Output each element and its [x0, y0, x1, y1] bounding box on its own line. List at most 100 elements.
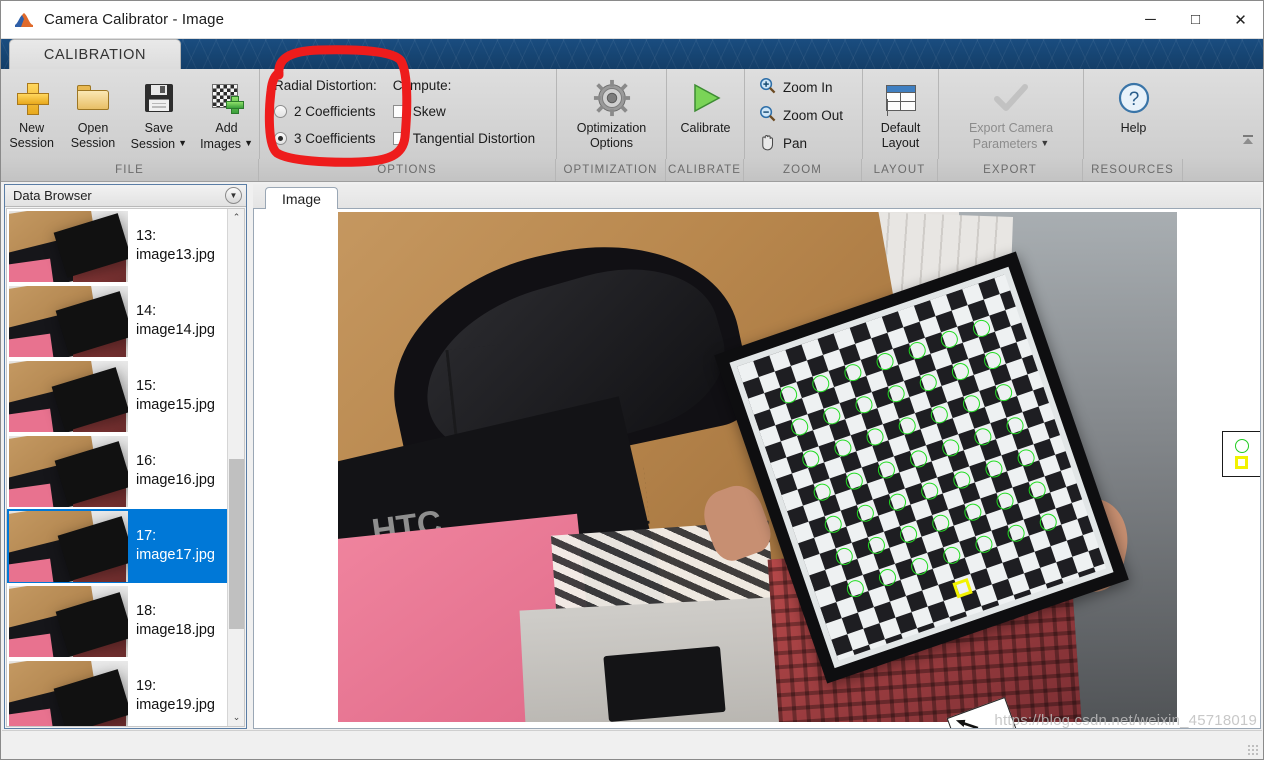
resize-grip[interactable]: [1247, 744, 1259, 756]
calibrate-label: Calibrate: [680, 121, 731, 135]
group-label-calibrate: CALIBRATE: [666, 159, 744, 181]
radio-3-coefficients-label: 3 Coefficients: [294, 130, 376, 146]
ribbon-group-layout: Default Layout: [862, 69, 938, 160]
zoom-in-label: Zoom In: [783, 79, 833, 95]
optimization-options-button[interactable]: Optimization Options: [559, 69, 665, 160]
radial-distortion-heading: Radial Distortion:: [274, 78, 377, 93]
list-item-filename: image14.jpg: [136, 322, 215, 338]
radio-2-coefficients[interactable]: 2 Coefficients: [274, 100, 377, 122]
radial-distortion-column: Radial Distortion: 2 Coefficients 3 Coef…: [274, 78, 377, 149]
new-session-label-1: New: [19, 121, 45, 135]
export-camera-parameters-label-2: Parameters: [972, 137, 1038, 151]
list-item-index: 14:: [136, 303, 157, 319]
checkbox-skew[interactable]: Skew: [392, 100, 535, 122]
group-label-file: FILE: [1, 159, 259, 181]
checkmark-icon: [992, 78, 1030, 118]
list-item-index: 17:: [136, 528, 157, 544]
compute-column: Compute: Skew Tangential Distortion: [392, 78, 536, 149]
checkbox-tangential-distortion-label: Tangential Distortion: [412, 130, 536, 146]
tab-calibration[interactable]: CALIBRATION: [9, 39, 181, 69]
add-images-label-1: Add: [215, 121, 238, 135]
add-images-button[interactable]: Add Images ▼: [194, 69, 259, 160]
ribbon-group-optimization: Optimization Options: [556, 69, 666, 160]
zoom-out-button[interactable]: Zoom Out: [753, 101, 862, 129]
play-triangle-icon: [688, 78, 724, 118]
optimization-options-label-1: Optimization: [576, 121, 647, 135]
ribbon-group-export: Export Camera Parameters ▼: [938, 69, 1083, 160]
list-item-filename: image15.jpg: [136, 397, 215, 413]
image-list[interactable]: 13: image13.jpg 14: image14.jpg 15: imag…: [6, 208, 245, 727]
group-label-zoom: ZOOM: [744, 159, 862, 181]
document-tabstrip: Image: [253, 184, 1261, 210]
image-list-scrollbar[interactable]: ⌃ ⌄: [227, 209, 244, 726]
legend-label-checkerboard-origin: Checkerboard origin: [1260, 455, 1261, 470]
default-layout-button[interactable]: Default Layout: [865, 69, 937, 160]
checkbox-skew-indicator[interactable]: [392, 104, 406, 118]
checkbox-tangential-distortion[interactable]: Tangential Distortion: [392, 127, 536, 149]
collapse-ribbon-icon[interactable]: [1239, 131, 1257, 149]
status-bar: [2, 730, 1262, 758]
title-bar: Camera Calibrator - Image ─ □ ✕: [1, 1, 1263, 39]
open-session-label-2: Session: [70, 136, 116, 150]
image-canvas[interactable]: HTC 三 联 荣 电 东 街: [253, 209, 1261, 729]
add-images-dropdown-icon[interactable]: ▼: [244, 136, 253, 151]
help-question-icon: ?: [1117, 78, 1151, 118]
thumbnail: [9, 285, 128, 357]
pan-button[interactable]: Pan: [753, 129, 862, 157]
list-item-filename: image13.jpg: [136, 247, 215, 263]
panel-menu-chevron-icon[interactable]: ▼: [225, 187, 242, 204]
thumbnail: [9, 435, 128, 507]
radio-3-coefficients-indicator[interactable]: [274, 131, 287, 145]
export-camera-parameters-button[interactable]: Export Camera Parameters ▼: [941, 69, 1082, 160]
document-area: Image HTC 三 联 荣 电 东 街: [253, 184, 1261, 729]
new-session-label-2: Session: [9, 136, 54, 150]
calibrate-button[interactable]: Calibrate: [669, 69, 743, 160]
open-folder-icon: [77, 78, 110, 118]
open-session-button[interactable]: Open Session: [62, 69, 123, 160]
minimize-button[interactable]: ─: [1128, 1, 1173, 39]
list-item[interactable]: 14: image14.jpg: [7, 284, 227, 359]
image-list-items: 13: image13.jpg 14: image14.jpg 15: imag…: [7, 209, 227, 726]
scrollbar-thumb[interactable]: [229, 459, 244, 629]
pan-label: Pan: [783, 135, 808, 151]
new-session-button[interactable]: New Session: [1, 69, 62, 160]
zoom-in-button[interactable]: Zoom In: [753, 73, 862, 101]
zoom-in-icon: [759, 77, 776, 97]
checkerboard-origin-marker: [952, 577, 973, 598]
scroll-up-icon[interactable]: ⌃: [228, 209, 244, 226]
add-images-label-2: Images: [200, 137, 242, 151]
list-item[interactable]: 15: image15.jpg: [7, 359, 227, 434]
help-button[interactable]: ? Help: [1092, 69, 1176, 160]
checkerboard-origin-marker-icon: [1235, 456, 1248, 469]
list-item-selected[interactable]: 17: image17.jpg: [7, 509, 227, 584]
save-session-button[interactable]: Save Session ▼: [124, 69, 194, 160]
group-label-optimization: OPTIMIZATION: [556, 159, 666, 181]
thumbnail: [9, 360, 128, 432]
calibration-photo: HTC 三 联 荣 电 东 街: [338, 212, 1177, 722]
list-item[interactable]: 16: image16.jpg: [7, 434, 227, 509]
close-button[interactable]: ✕: [1218, 1, 1263, 39]
list-item-filename: image17.jpg: [136, 547, 215, 563]
thumbnail: [9, 210, 128, 282]
checkbox-tangential-distortion-indicator[interactable]: [392, 131, 406, 145]
maximize-button[interactable]: □: [1173, 1, 1218, 39]
list-item-index: 16:: [136, 453, 157, 469]
save-session-dropdown-icon[interactable]: ▼: [178, 136, 187, 151]
pan-hand-icon: [759, 133, 776, 154]
radio-2-coefficients-indicator[interactable]: [274, 104, 287, 118]
list-item[interactable]: 13: image13.jpg: [7, 209, 227, 284]
scroll-down-icon[interactable]: ⌄: [228, 709, 244, 726]
svg-text:X: X: [975, 723, 1002, 729]
ribbon-group-resources: ? Help: [1083, 69, 1183, 160]
list-item-filename: image18.jpg: [136, 622, 215, 638]
tab-image[interactable]: Image: [265, 187, 338, 210]
radio-3-coefficients[interactable]: 3 Coefficients: [274, 127, 377, 149]
list-item[interactable]: 18: image18.jpg: [7, 584, 227, 659]
export-camera-parameters-dropdown-icon[interactable]: ▼: [1040, 136, 1049, 151]
legend: Detected points Checkerboard origin: [1222, 431, 1261, 477]
list-item[interactable]: 19: image19.jpg: [7, 659, 227, 726]
new-session-icon: [16, 78, 49, 118]
layout-grid-icon: [885, 78, 916, 118]
window-title: Camera Calibrator - Image: [44, 11, 225, 28]
legend-row-checkerboard-origin: Checkerboard origin: [1235, 455, 1261, 470]
